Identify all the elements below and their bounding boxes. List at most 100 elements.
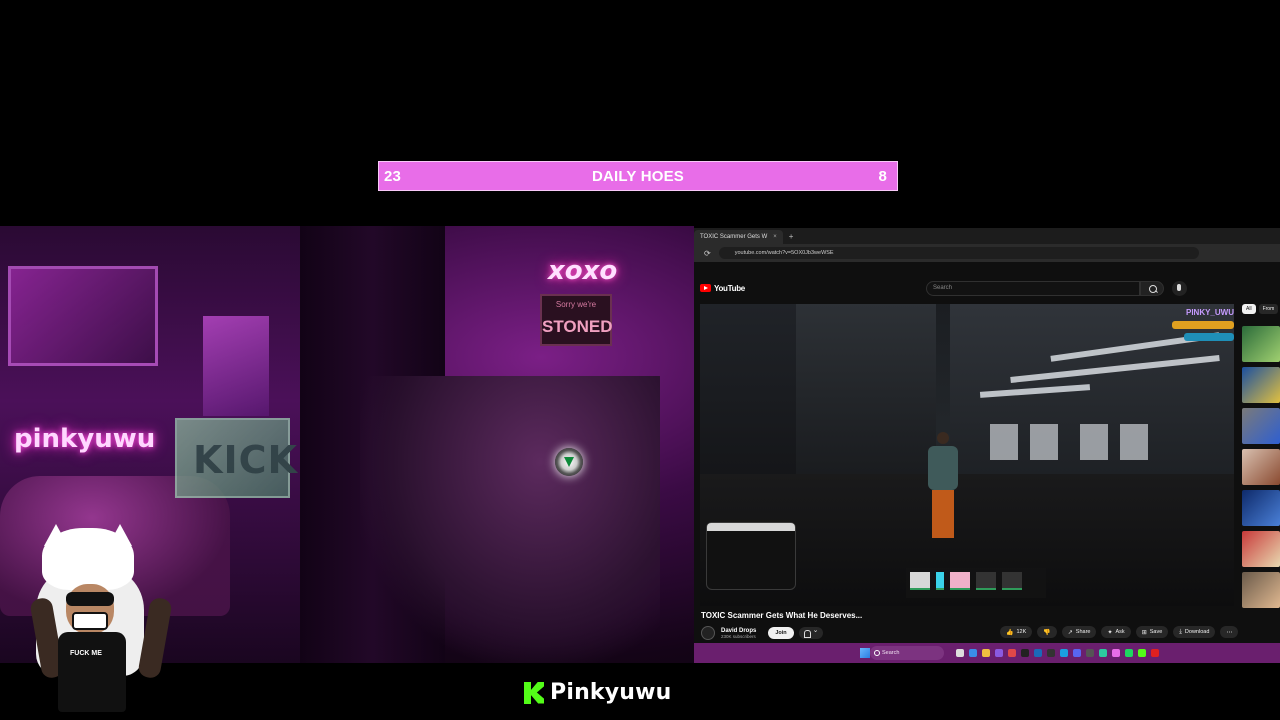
- garage-door: [990, 424, 1018, 460]
- browser-tab-bar: TOXIC Scammer Gets W × +: [694, 228, 1280, 244]
- recommended-thumbnail[interactable]: [1242, 531, 1280, 567]
- ask-label: Ask: [1115, 629, 1125, 635]
- app-icon[interactable]: [1138, 649, 1146, 657]
- browser-tab-title: TOXIC Scammer Gets W: [700, 234, 768, 240]
- stoned-sign-small: Sorry we're: [555, 300, 597, 309]
- chip-from[interactable]: From: [1258, 304, 1279, 314]
- dislike-button[interactable]: 👎: [1037, 626, 1057, 638]
- youtube-play-icon: [700, 284, 711, 292]
- app-icon[interactable]: [969, 649, 977, 657]
- recommended-thumbnail[interactable]: [1242, 408, 1280, 444]
- windows-start-icon[interactable]: [860, 648, 870, 658]
- video-actions: 👍 12K 👎 ↗ Share ✦ Ask ⊞ Save ⤓ Download …: [1000, 626, 1239, 638]
- ask-button[interactable]: ✦ Ask: [1101, 626, 1131, 638]
- game-building-middle: [796, 304, 936, 474]
- app-icon[interactable]: [1151, 649, 1159, 657]
- video-player[interactable]: PINKY_UWU: [700, 304, 1234, 606]
- save-icon: ⊞: [1141, 629, 1147, 636]
- goal-counter-bar: 23 DAILY HOES 8: [378, 161, 898, 191]
- save-button[interactable]: ⊞ Save: [1135, 626, 1169, 638]
- spotify-icon[interactable]: [1125, 649, 1133, 657]
- youtube-search-input[interactable]: Search: [926, 281, 1140, 296]
- download-icon: ⤓: [1179, 628, 1182, 635]
- like-count: 12K: [1016, 629, 1027, 635]
- recommended-thumbnail[interactable]: [1242, 367, 1280, 403]
- bell-icon[interactable]: [798, 626, 823, 639]
- youtube-logo-text: YouTube: [714, 283, 745, 293]
- streamer-avatar: FUCK ME: [29, 524, 173, 716]
- character-legs: [932, 490, 954, 538]
- inventory-slot: [976, 572, 996, 590]
- headphone-logo-icon: [555, 448, 583, 476]
- app-icon[interactable]: [1086, 649, 1094, 657]
- youtube-logo[interactable]: YouTube: [700, 284, 745, 293]
- browser-tab[interactable]: TOXIC Scammer Gets W ×: [694, 230, 783, 244]
- app-icon[interactable]: [1099, 649, 1107, 657]
- app-icon[interactable]: [1112, 649, 1120, 657]
- avatar-glasses: [66, 592, 114, 606]
- kick-sign-text: KICK: [193, 438, 298, 482]
- tab-close-icon[interactable]: ×: [773, 234, 777, 240]
- join-button[interactable]: Join: [768, 627, 794, 639]
- app-icon[interactable]: [1034, 649, 1042, 657]
- chrome-icon[interactable]: [1008, 649, 1016, 657]
- garage-door: [1030, 424, 1058, 460]
- avatar-ear-left: [44, 524, 68, 546]
- download-button[interactable]: ⤓ Download: [1173, 626, 1216, 638]
- avatar-shirt-text: FUCK ME: [70, 650, 102, 657]
- share-button[interactable]: ↗ Share: [1061, 626, 1097, 638]
- avatar-mask: [72, 612, 108, 630]
- download-label: Download: [1184, 629, 1210, 635]
- game-building-left: [700, 304, 810, 484]
- garage-door: [1120, 424, 1148, 460]
- streamer-silhouette: [360, 376, 660, 663]
- goal-left-count: 23: [384, 167, 402, 185]
- url-field[interactable]: youtube.com/watch?v=5OX0Jb3weWSE: [718, 247, 1199, 259]
- video-title: TOXIC Scammer Gets What He Deserves...: [701, 611, 863, 620]
- hud-status-pill: [1172, 321, 1234, 329]
- search-icon[interactable]: [1140, 281, 1164, 296]
- game-character: [928, 432, 958, 542]
- like-button[interactable]: 👍 12K: [1000, 626, 1033, 638]
- taskbar-app-icons: [956, 649, 1159, 657]
- recommended-thumbnail[interactable]: [1242, 326, 1280, 362]
- game-phone-hud: [706, 522, 796, 590]
- taskbar-search[interactable]: Search: [870, 646, 944, 660]
- channel-avatar[interactable]: [701, 626, 715, 640]
- more-icon: ⋯: [1226, 629, 1233, 636]
- file-explorer-icon[interactable]: [982, 649, 990, 657]
- steam-icon[interactable]: [1060, 649, 1068, 657]
- inventory-slot: [950, 572, 970, 590]
- recommended-thumbnail[interactable]: [1242, 449, 1280, 485]
- goal-right-count: 8: [878, 167, 887, 185]
- share-label: Share: [1075, 629, 1091, 635]
- kick-sign-board: KICK: [175, 418, 297, 498]
- save-label: Save: [1149, 629, 1163, 635]
- app-icon[interactable]: [995, 649, 1003, 657]
- more-button[interactable]: ⋯: [1220, 626, 1239, 638]
- game-inventory-hud: [906, 568, 1046, 598]
- chip-all[interactable]: All: [1242, 304, 1256, 314]
- character-torso: [928, 446, 958, 490]
- browser-address-bar: ⟳ youtube.com/watch?v=5OX0Jb3weWSE: [694, 244, 1280, 262]
- thumbs-down-icon: 👎: [1043, 629, 1051, 636]
- task-view-icon[interactable]: [956, 649, 964, 657]
- new-tab-icon[interactable]: +: [789, 232, 794, 241]
- inventory-slot: [1002, 572, 1022, 590]
- screen-share: TOXIC Scammer Gets W × + ⟳ youtube.com/w…: [694, 228, 1280, 663]
- app-icon[interactable]: [1021, 649, 1029, 657]
- hud-player-name: PINKY_UWU: [1185, 308, 1234, 317]
- avatar-body: [58, 632, 126, 712]
- wall-art: [8, 266, 158, 366]
- phone-hud-topbar: [707, 523, 795, 531]
- kick-brand: Pinkyuwu: [524, 680, 672, 705]
- recommended-thumbnail[interactable]: [1242, 490, 1280, 526]
- windows-taskbar: Search: [694, 643, 1280, 663]
- streamer-name: Pinkyuwu: [550, 680, 672, 705]
- channel-name[interactable]: David Drops: [721, 628, 756, 634]
- microphone-icon[interactable]: [1172, 281, 1187, 296]
- discord-icon[interactable]: [1073, 649, 1081, 657]
- recommended-thumbnail[interactable]: [1242, 572, 1280, 608]
- app-icon[interactable]: [1047, 649, 1055, 657]
- reload-icon[interactable]: ⟳: [704, 249, 711, 258]
